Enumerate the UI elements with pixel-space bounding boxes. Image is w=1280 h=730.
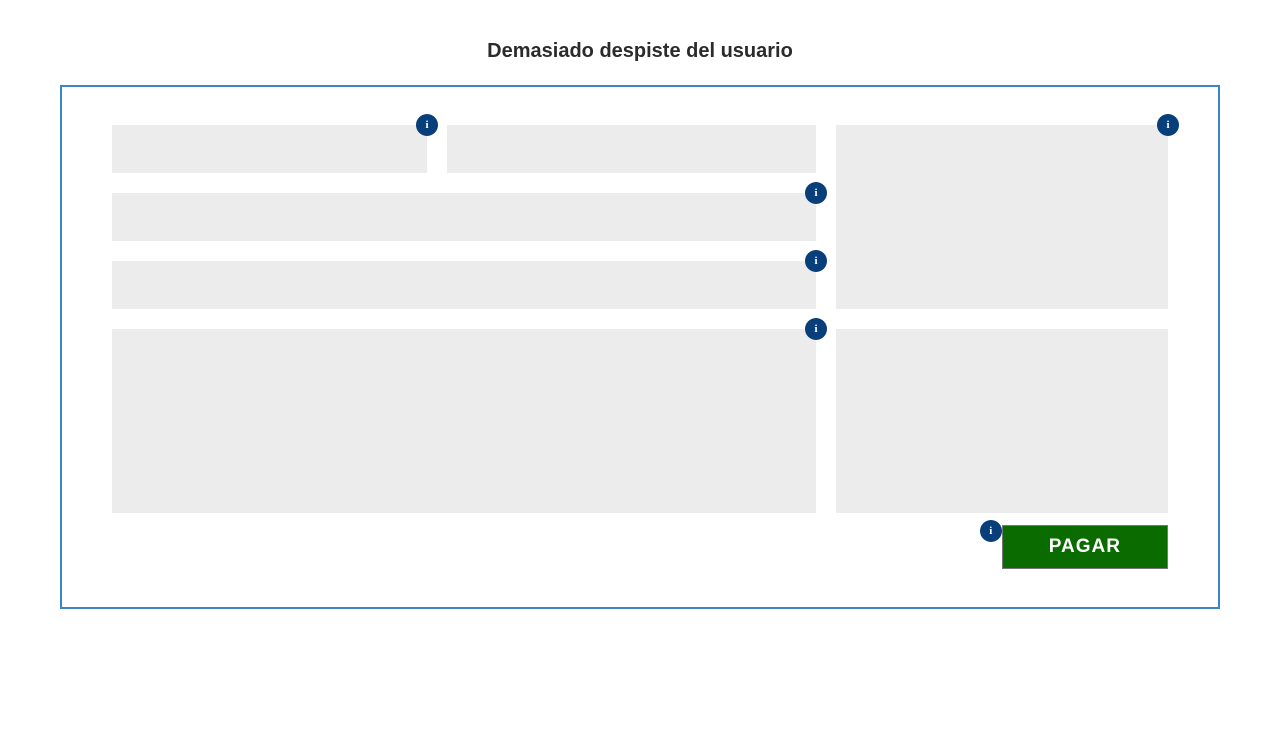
right-column: i i PAGAR: [836, 125, 1168, 569]
info-icon[interactable]: i: [805, 182, 827, 204]
info-icon[interactable]: i: [805, 250, 827, 272]
info-icon[interactable]: i: [1157, 114, 1179, 136]
input-first-name[interactable]: i: [112, 125, 427, 173]
left-column: i i i i: [112, 125, 816, 569]
page-title: Demasiado despiste del usuario: [60, 40, 1220, 63]
pay-button[interactable]: PAGAR: [1002, 525, 1168, 569]
info-icon[interactable]: i: [416, 114, 438, 136]
form-frame: i i i i i i PAGAR: [60, 85, 1220, 609]
input-last-name[interactable]: [447, 125, 816, 173]
input-line-2[interactable]: i: [112, 193, 816, 241]
info-icon[interactable]: i: [805, 318, 827, 340]
panel-right-bottom[interactable]: [836, 329, 1168, 513]
textarea-main[interactable]: i: [112, 329, 816, 513]
info-icon[interactable]: i: [980, 520, 1002, 542]
panel-right-top[interactable]: i: [836, 125, 1168, 309]
input-line-3[interactable]: i: [112, 261, 816, 309]
